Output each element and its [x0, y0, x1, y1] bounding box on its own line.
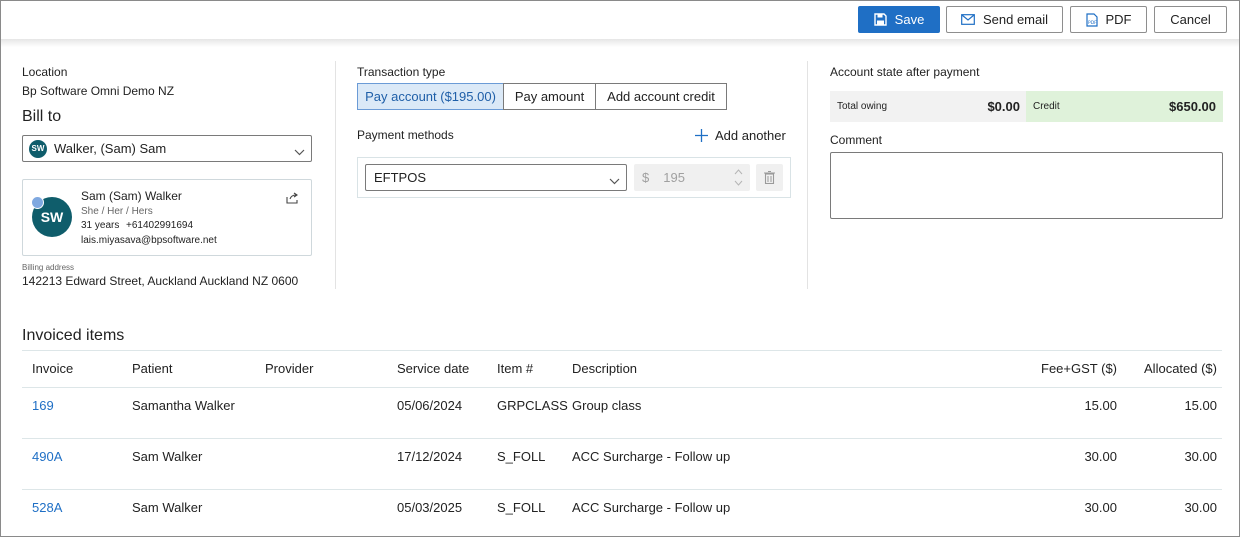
- invoice-link[interactable]: 490A: [32, 449, 62, 464]
- transaction-type-label: Transaction type: [357, 65, 446, 79]
- cell-item: GRPCLASS: [497, 398, 568, 413]
- amount-value: 195: [663, 170, 685, 185]
- save-icon: [873, 13, 887, 26]
- invoiced-items-heading: Invoiced items: [22, 327, 125, 344]
- column-header-description: Description: [572, 361, 638, 376]
- invoice-link[interactable]: 169: [32, 398, 54, 413]
- cell-item: S_FOLL: [497, 449, 546, 464]
- chevron-down-icon: [294, 144, 305, 159]
- patient-card: SW Sam (Sam) Walker She / Her / Hers 31 …: [22, 179, 312, 256]
- column-header-allocated: Allocated ($): [1144, 361, 1217, 376]
- send-email-label: Send email: [982, 12, 1049, 27]
- cell-description: ACC Surcharge - Follow up: [572, 449, 731, 464]
- segment-pay-amount[interactable]: Pay amount: [503, 83, 596, 110]
- delete-button[interactable]: [756, 164, 783, 191]
- currency-symbol: $: [642, 170, 650, 185]
- add-another-button[interactable]: Add another: [695, 128, 786, 143]
- column-header-provider: Provider: [265, 361, 314, 376]
- invoice-link[interactable]: 528A: [32, 500, 62, 515]
- column-header-item: Item #: [497, 361, 534, 376]
- cell-service-date: 05/03/2025: [397, 500, 463, 515]
- cell-item: S_FOLL: [497, 500, 546, 515]
- cell-service-date: 17/12/2024: [397, 449, 463, 464]
- pdf-icon: PDF: [1085, 12, 1098, 27]
- toolbar-divider: [1, 39, 1239, 47]
- save-label: Save: [894, 12, 925, 27]
- cell-patient: Samantha Walker: [132, 398, 235, 413]
- cancel-button[interactable]: Cancel: [1154, 6, 1227, 33]
- table-divider: [22, 350, 1222, 351]
- patient-pronouns: She / Her / Hers: [81, 206, 153, 217]
- column-divider: [807, 61, 808, 289]
- billing-address-label: Billing address: [22, 263, 75, 272]
- add-another-label: Add another: [715, 128, 786, 143]
- cell-patient: Sam Walker: [132, 500, 203, 515]
- payment-methods-label: Payment methods: [357, 128, 454, 142]
- payment-method-row: EFTPOS $ 195: [357, 157, 791, 198]
- save-button[interactable]: Save: [858, 6, 940, 33]
- plus-icon: [695, 129, 708, 142]
- cell-allocated: 30.00: [1184, 500, 1217, 515]
- patient-name: Sam (Sam) Walker: [81, 189, 182, 203]
- total-owing-label: Total owing: [837, 101, 888, 112]
- patient-email: lais.miyasava@bpsoftware.net: [81, 235, 217, 246]
- send-email-button[interactable]: Send email: [946, 6, 1063, 33]
- envelope-icon: [961, 14, 975, 25]
- cell-service-date: 05/06/2024: [397, 398, 463, 413]
- stepper-icon[interactable]: [734, 168, 743, 190]
- account-state-label: Account state after payment: [830, 65, 980, 79]
- cell-patient: Sam Walker: [132, 449, 203, 464]
- column-header-patient: Patient: [132, 361, 173, 376]
- patient-phone: +61402991694: [126, 220, 194, 231]
- comment-label: Comment: [830, 133, 883, 147]
- cell-fee: 15.00: [1084, 398, 1117, 413]
- column-header-invoice: Invoice: [32, 361, 74, 376]
- cell-allocated: 30.00: [1184, 449, 1217, 464]
- avatar: SW: [29, 139, 47, 158]
- credit-label: Credit: [1033, 101, 1060, 112]
- bill-to-value: Walker, (Sam) Sam: [54, 141, 167, 156]
- table-divider: [22, 438, 1222, 439]
- cell-allocated: 15.00: [1184, 398, 1217, 413]
- billing-address-value: 142213 Edward Street, Auckland Auckland …: [22, 274, 299, 288]
- location-label: Location: [22, 65, 68, 79]
- chevron-down-icon: [609, 173, 620, 188]
- location-value: Bp Software Omni Demo NZ: [22, 84, 175, 98]
- bill-to-select[interactable]: SW Walker, (Sam) Sam: [22, 135, 312, 162]
- total-owing-value: $0.00: [987, 99, 1020, 114]
- share-icon[interactable]: [286, 192, 299, 207]
- status-indicator: [31, 196, 44, 209]
- column-header-fee: Fee+GST ($): [1041, 361, 1117, 376]
- total-owing-panel: Total owing $0.00: [830, 91, 1026, 122]
- table-divider: [22, 489, 1222, 490]
- cell-fee: 30.00: [1084, 449, 1117, 464]
- cell-description: ACC Surcharge - Follow up: [572, 500, 731, 515]
- pdf-label: PDF: [1105, 12, 1132, 27]
- svg-text:PDF: PDF: [1088, 20, 1097, 26]
- patient-age: 31 years: [81, 220, 120, 231]
- table-divider: [22, 387, 1222, 388]
- cell-fee: 30.00: [1084, 500, 1117, 515]
- pdf-button[interactable]: PDF PDF: [1070, 6, 1147, 33]
- credit-panel: Credit $650.00: [1026, 91, 1223, 122]
- cancel-label: Cancel: [1170, 12, 1211, 27]
- payment-method-value: EFTPOS: [374, 170, 427, 185]
- trash-icon: [764, 171, 775, 184]
- amount-input[interactable]: $ 195: [634, 164, 750, 191]
- segment-add-account-credit[interactable]: Add account credit: [595, 83, 727, 110]
- credit-value: $650.00: [1169, 99, 1216, 114]
- bill-to-heading: Bill to: [22, 108, 62, 125]
- payment-method-select[interactable]: EFTPOS: [365, 164, 627, 191]
- column-header-service-date: Service date: [397, 361, 470, 376]
- cell-description: Group class: [572, 398, 642, 413]
- comment-textarea[interactable]: [830, 152, 1223, 219]
- segment-pay-account[interactable]: Pay account ($195.00): [357, 83, 504, 110]
- column-divider: [335, 61, 336, 289]
